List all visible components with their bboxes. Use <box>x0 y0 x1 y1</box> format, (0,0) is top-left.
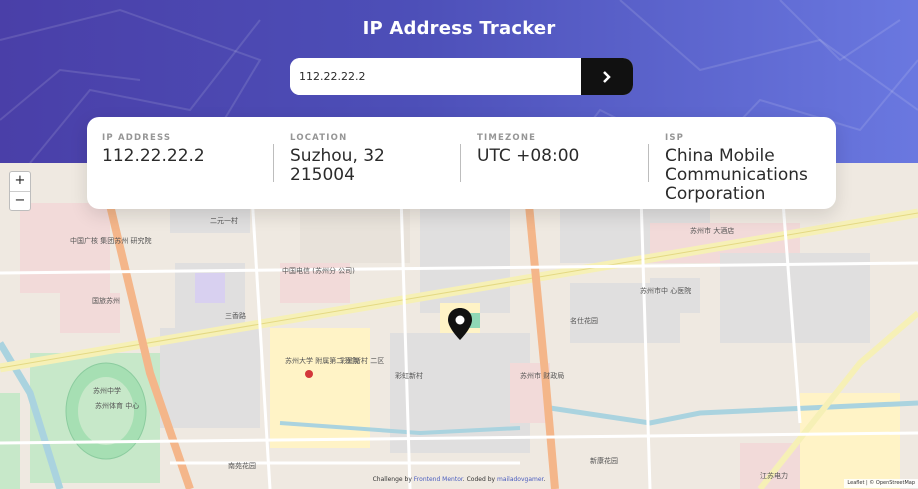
search-submit-button[interactable] <box>581 58 633 95</box>
ip-search-input[interactable] <box>290 58 581 95</box>
divider <box>648 144 649 182</box>
timezone-section: TIMEZONE UTC +08:00 <box>477 133 637 166</box>
page-title: IP Address Tracker <box>362 18 556 39</box>
ip-info-card: IP ADDRESS 112.22.22.2 LOCATION Suzhou, … <box>87 117 836 209</box>
frontend-mentor-link[interactable]: Frontend Mentor <box>414 476 463 483</box>
attribution: Challenge by Frontend Mentor. Coded by m… <box>372 476 546 483</box>
leaflet-attribution[interactable]: Leaflet | © OpenStreetMap <box>844 479 918 488</box>
ip-address-value: 112.22.22.2 <box>102 146 205 166</box>
author-link[interactable]: mailadovgamer <box>497 476 544 483</box>
map-place-label: 南苑花园 <box>228 461 256 470</box>
map-place-label: 苏州市中 心医院 <box>640 286 691 295</box>
map-place-label: 彩虹新村 <box>395 371 423 380</box>
map-place-label: 苏州中学 <box>93 386 121 395</box>
chevron-right-icon <box>603 70 611 83</box>
map-place-label: 二元一村 <box>210 216 238 225</box>
divider <box>460 144 461 182</box>
map[interactable]: 中国广核 集团苏州 研究院 国旅苏州 苏州中学 苏州大学 附属第二 医院 中国电信 (苏… <box>0 163 918 489</box>
divider <box>273 144 274 182</box>
map-place-label: 三香路 <box>225 311 246 320</box>
timezone-label: TIMEZONE <box>477 133 537 143</box>
timezone-value: UTC +08:00 <box>477 146 580 166</box>
map-place-label: 名仕花园 <box>570 316 598 325</box>
location-value: Suzhou, 32 215004 <box>290 146 385 185</box>
location-section: LOCATION Suzhou, 32 215004 <box>290 133 450 185</box>
location-pin-icon[interactable] <box>447 307 473 341</box>
map-place-label: 国旅苏州 <box>92 296 120 305</box>
map-zoom-control: + − <box>9 171 31 211</box>
zoom-out-button[interactable]: − <box>10 192 30 211</box>
map-place-label: 新康花园 <box>590 456 618 465</box>
map-place-label: 彩虹新村 二区 <box>340 356 384 365</box>
map-place-label: 中国电信 (苏州分 公司) <box>282 266 355 275</box>
ip-address-section: IP ADDRESS 112.22.22.2 <box>102 133 272 166</box>
isp-label: ISP <box>665 133 685 143</box>
search-bar <box>290 58 633 95</box>
location-label: LOCATION <box>290 133 348 143</box>
map-place-label: 苏州市 大酒店 <box>690 226 734 235</box>
attribution-prefix: Challenge by <box>372 476 412 483</box>
map-place-label: 苏州体育 中心 <box>95 401 139 410</box>
attribution-coded: . Coded by <box>462 476 496 483</box>
zoom-in-button[interactable]: + <box>10 172 30 192</box>
isp-value: China Mobile Communications Corporation <box>665 146 808 204</box>
isp-section: ISP China Mobile Communications Corporat… <box>665 133 830 204</box>
ip-address-label: IP ADDRESS <box>102 133 172 143</box>
map-place-label: 中国广核 集团苏州 研究院 <box>70 236 151 245</box>
map-place-label: 苏州市 财政局 <box>520 371 564 380</box>
